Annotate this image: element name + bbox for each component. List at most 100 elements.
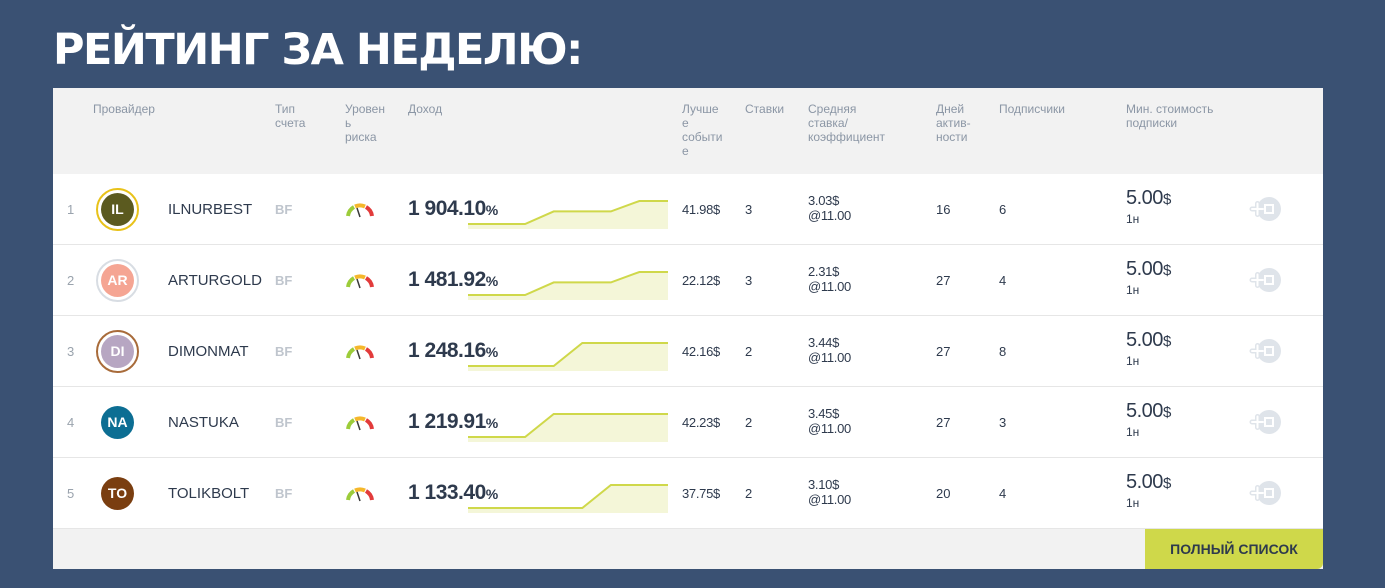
full-list-button[interactable]: ПОЛНЫЙ СПИСОК <box>1145 529 1323 569</box>
subscribe-plus-icon[interactable] <box>1249 407 1283 437</box>
avatar[interactable]: TO <box>96 472 139 515</box>
avatar-initials: TO <box>101 477 134 510</box>
income-value: 1 219.91% <box>408 410 498 433</box>
avg-stake-odds: 3.03$ @11.00 <box>808 193 851 223</box>
risk-gauge-icon <box>346 345 374 360</box>
bets-count: 3 <box>745 273 753 288</box>
subscribe-plus-icon[interactable] <box>1249 194 1283 224</box>
income-sparkline <box>468 271 668 300</box>
subscribe-plus-icon[interactable] <box>1249 265 1283 295</box>
avatar[interactable]: IL <box>96 188 139 231</box>
bets-count: 2 <box>745 344 753 359</box>
income-value: 1 904.10% <box>408 197 498 220</box>
provider-name[interactable]: TOLIKBOLT <box>168 485 249 502</box>
min-price: 5.00$ <box>1126 258 1171 280</box>
rank: 2 <box>67 273 75 288</box>
header-bets: Ставки <box>745 102 785 116</box>
provider-name[interactable]: ARTURGOLD <box>168 272 262 289</box>
subscription-period: 1н <box>1126 354 1140 368</box>
income-sparkline <box>468 413 668 442</box>
account-type: BF <box>275 486 293 501</box>
income-value: 1 481.92% <box>408 268 498 291</box>
active-days: 27 <box>936 273 951 288</box>
provider-name[interactable]: DIMONMAT <box>168 343 249 360</box>
subscription-period: 1н <box>1126 425 1140 439</box>
rank: 1 <box>67 202 75 217</box>
header-provider: Провайдер <box>93 102 155 116</box>
avg-stake-odds: 2.31$ @11.00 <box>808 264 851 294</box>
active-days: 20 <box>936 486 951 501</box>
avg-stake-odds: 3.10$ @11.00 <box>808 477 851 507</box>
header-min-price: Мин. стоимость подписки <box>1126 102 1214 130</box>
income-sparkline <box>468 200 668 229</box>
table-footer: ПОЛНЫЙ СПИСОК <box>53 529 1323 569</box>
avg-stake-odds: 3.44$ @11.00 <box>808 335 851 365</box>
subscription-period: 1н <box>1126 283 1140 297</box>
subscribers-count: 8 <box>999 344 1007 359</box>
avatar-initials: NA <box>101 406 134 439</box>
best-event: 37.75$ <box>682 486 720 501</box>
subscription-period: 1н <box>1126 496 1140 510</box>
subscribers-count: 4 <box>999 273 1007 288</box>
table-row[interactable]: 4 NA NASTUKA BF 1 219.91% 42.23$ 2 3.45$… <box>53 387 1323 458</box>
best-event: 42.23$ <box>682 415 720 430</box>
header-days: Дней актив-ности <box>936 102 971 144</box>
income-sparkline <box>468 484 668 513</box>
best-event: 41.98$ <box>682 202 720 217</box>
min-price: 5.00$ <box>1126 400 1171 422</box>
table-row[interactable]: 5 TO TOLIKBOLT BF 1 133.40% 37.75$ 2 3.1… <box>53 458 1323 529</box>
risk-gauge-icon <box>346 274 374 289</box>
rank: 4 <box>67 415 75 430</box>
risk-gauge-icon <box>346 416 374 431</box>
subscribers-count: 6 <box>999 202 1007 217</box>
subscribers-count: 4 <box>999 486 1007 501</box>
provider-name[interactable]: NASTUKA <box>168 414 239 431</box>
min-price: 5.00$ <box>1126 471 1171 493</box>
header-subscribers: Подписчики <box>999 102 1066 116</box>
risk-gauge-icon <box>346 203 374 218</box>
min-price: 5.00$ <box>1126 187 1171 209</box>
rank: 5 <box>67 486 75 501</box>
income-sparkline <box>468 342 668 371</box>
avg-stake-odds: 3.45$ @11.00 <box>808 406 851 436</box>
header-avg: Средняя ставка/коэффициент <box>808 102 886 144</box>
income-value: 1 133.40% <box>408 481 498 504</box>
rank: 3 <box>67 344 75 359</box>
best-event: 42.16$ <box>682 344 720 359</box>
rating-table: Провайдер Тип счета Уровен ь риска Доход Лу… <box>53 88 1323 569</box>
income-value: 1 248.16% <box>408 339 498 362</box>
bets-count: 3 <box>745 202 753 217</box>
subscribers-count: 3 <box>999 415 1007 430</box>
account-type: BF <box>275 344 293 359</box>
best-event: 22.12$ <box>682 273 720 288</box>
table-header: Провайдер Тип счета Уровен ь риска Доход Лу… <box>53 88 1323 174</box>
active-days: 27 <box>936 344 951 359</box>
subscribe-plus-icon[interactable] <box>1249 336 1283 366</box>
header-risk: Уровен ь риска <box>345 102 385 144</box>
table-row[interactable]: 1 IL ILNURBEST BF 1 904.10% 41.98$ 3 3.0… <box>53 174 1323 245</box>
header-account-type: Тип счета <box>275 102 306 130</box>
active-days: 27 <box>936 415 951 430</box>
table-row[interactable]: 3 DI DIMONMAT BF 1 248.16% 42.16$ 2 3.44… <box>53 316 1323 387</box>
header-income: Доход <box>408 102 443 116</box>
min-price: 5.00$ <box>1126 329 1171 351</box>
bets-count: 2 <box>745 415 753 430</box>
table-row[interactable]: 2 AR ARTURGOLD BF 1 481.92% 22.12$ 3 2.3… <box>53 245 1323 316</box>
account-type: BF <box>275 415 293 430</box>
header-best: Лучше е событи е <box>682 102 723 158</box>
bets-count: 2 <box>745 486 753 501</box>
avatar[interactable]: AR <box>96 259 139 302</box>
avatar-initials: AR <box>101 264 134 297</box>
account-type: BF <box>275 202 293 217</box>
avatar[interactable]: NA <box>96 401 139 444</box>
active-days: 16 <box>936 202 951 217</box>
risk-gauge-icon <box>346 487 374 502</box>
page-title: РЕЙТИНГ ЗА НЕДЕЛЮ: <box>53 25 583 75</box>
provider-name[interactable]: ILNURBEST <box>168 201 252 218</box>
subscribe-plus-icon[interactable] <box>1249 478 1283 508</box>
avatar-initials: DI <box>101 335 134 368</box>
subscription-period: 1н <box>1126 212 1140 226</box>
avatar-initials: IL <box>101 193 134 226</box>
avatar[interactable]: DI <box>96 330 139 373</box>
account-type: BF <box>275 273 293 288</box>
